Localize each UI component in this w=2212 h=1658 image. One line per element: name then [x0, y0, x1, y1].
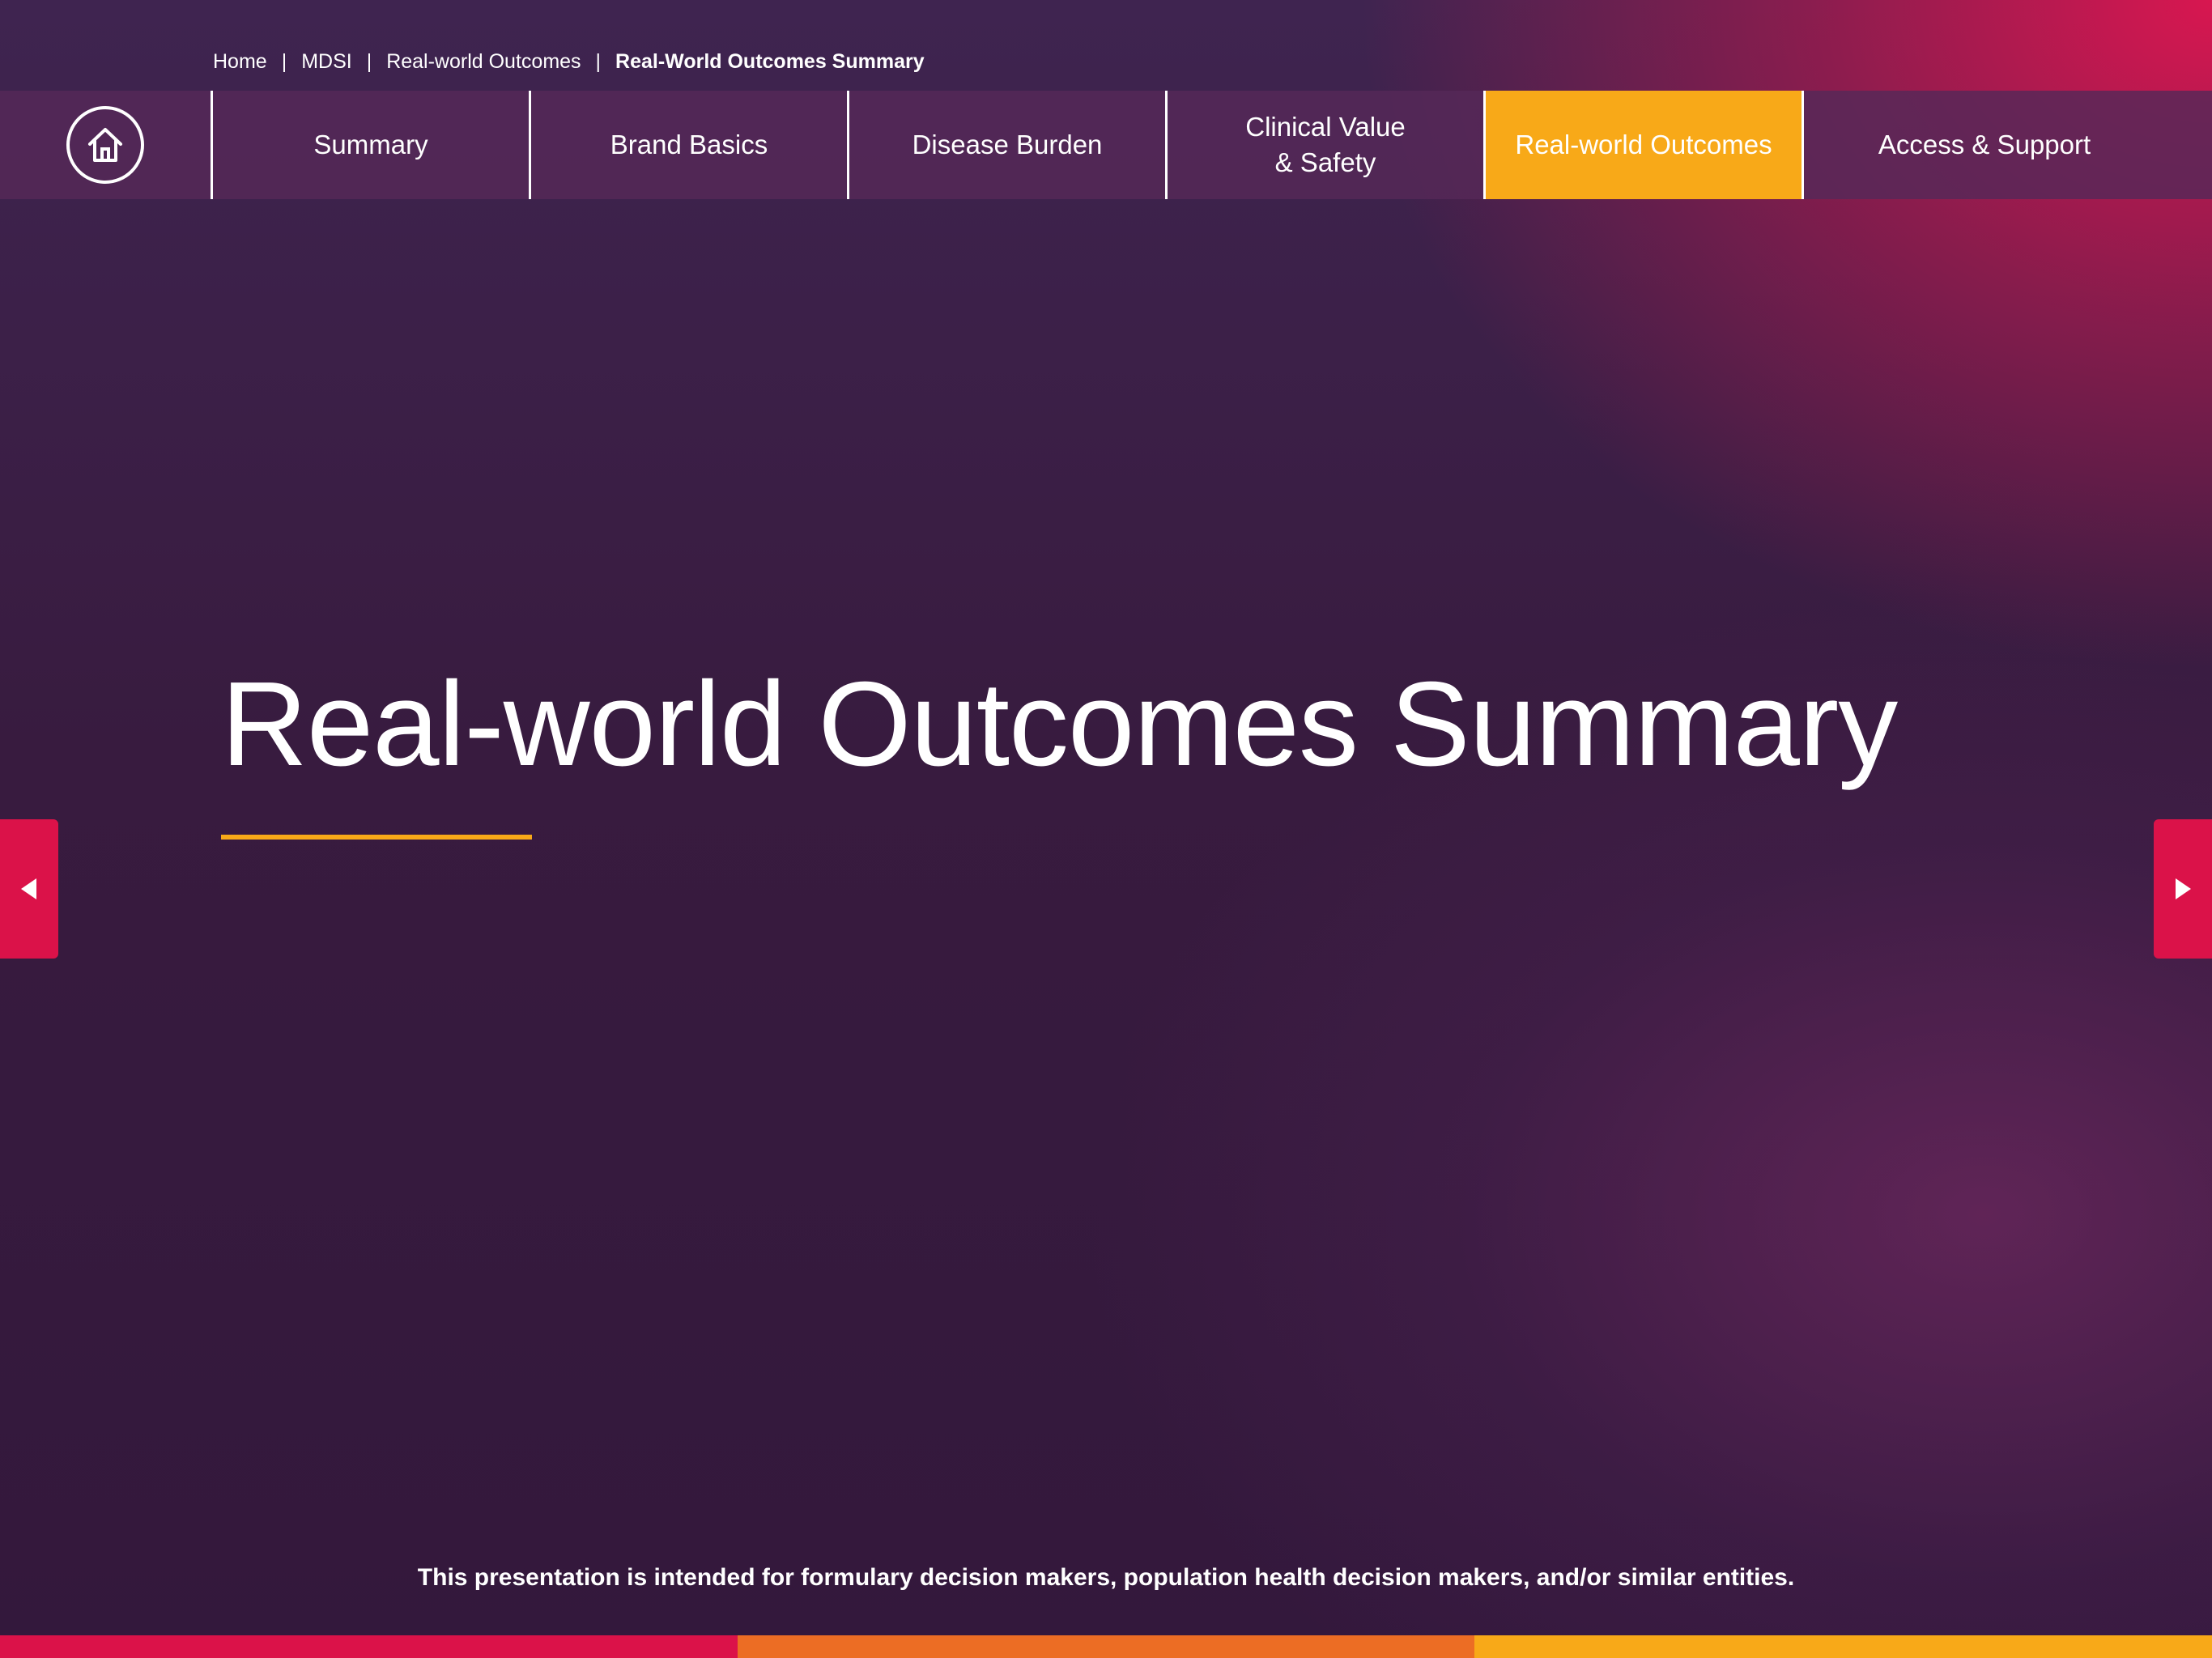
disclaimer-text: This presentation is intended for formul… [417, 1564, 1795, 1591]
tab-brand-basics[interactable]: Brand Basics [531, 91, 849, 199]
tab-clinical-value-safety[interactable]: Clinical Value & Safety [1168, 91, 1486, 199]
breadcrumb-home[interactable]: Home [213, 50, 267, 74]
breadcrumb-real-world-outcomes[interactable]: Real-world Outcomes [386, 50, 581, 74]
slide-page: Home | MDSI | Real-world Outcomes | Real… [0, 0, 2212, 1658]
page-title: Real-world Outcomes Summary [221, 657, 1898, 791]
home-icon [66, 106, 144, 184]
tab-disease-burden[interactable]: Disease Burden [849, 91, 1168, 199]
tab-access-support[interactable]: Access & Support [1804, 91, 2165, 199]
main-nav: Summary Brand Basics Disease Burden Clin… [0, 91, 2212, 199]
bottom-bar-segment-red [0, 1635, 738, 1658]
breadcrumb-separator: | [366, 49, 372, 73]
breadcrumb-separator: | [281, 49, 287, 73]
bottom-color-bar [0, 1635, 2212, 1658]
triangle-right-icon [2176, 878, 2191, 899]
next-slide-button[interactable] [2154, 819, 2212, 959]
previous-slide-button[interactable] [0, 819, 58, 959]
breadcrumb: Home | MDSI | Real-world Outcomes | Real… [213, 47, 925, 76]
triangle-left-icon [21, 878, 36, 899]
breadcrumb-separator: | [595, 49, 602, 73]
tab-real-world-outcomes[interactable]: Real-world Outcomes [1486, 91, 1804, 199]
bottom-bar-segment-yellow [1474, 1635, 2212, 1658]
bottom-bar-segment-orange [737, 1635, 1475, 1658]
breadcrumb-mdsi[interactable]: MDSI [301, 50, 352, 74]
breadcrumb-current-page: Real-World Outcomes Summary [615, 49, 925, 73]
tab-summary[interactable]: Summary [213, 91, 531, 199]
home-button[interactable] [0, 91, 213, 199]
title-underline [221, 835, 532, 840]
